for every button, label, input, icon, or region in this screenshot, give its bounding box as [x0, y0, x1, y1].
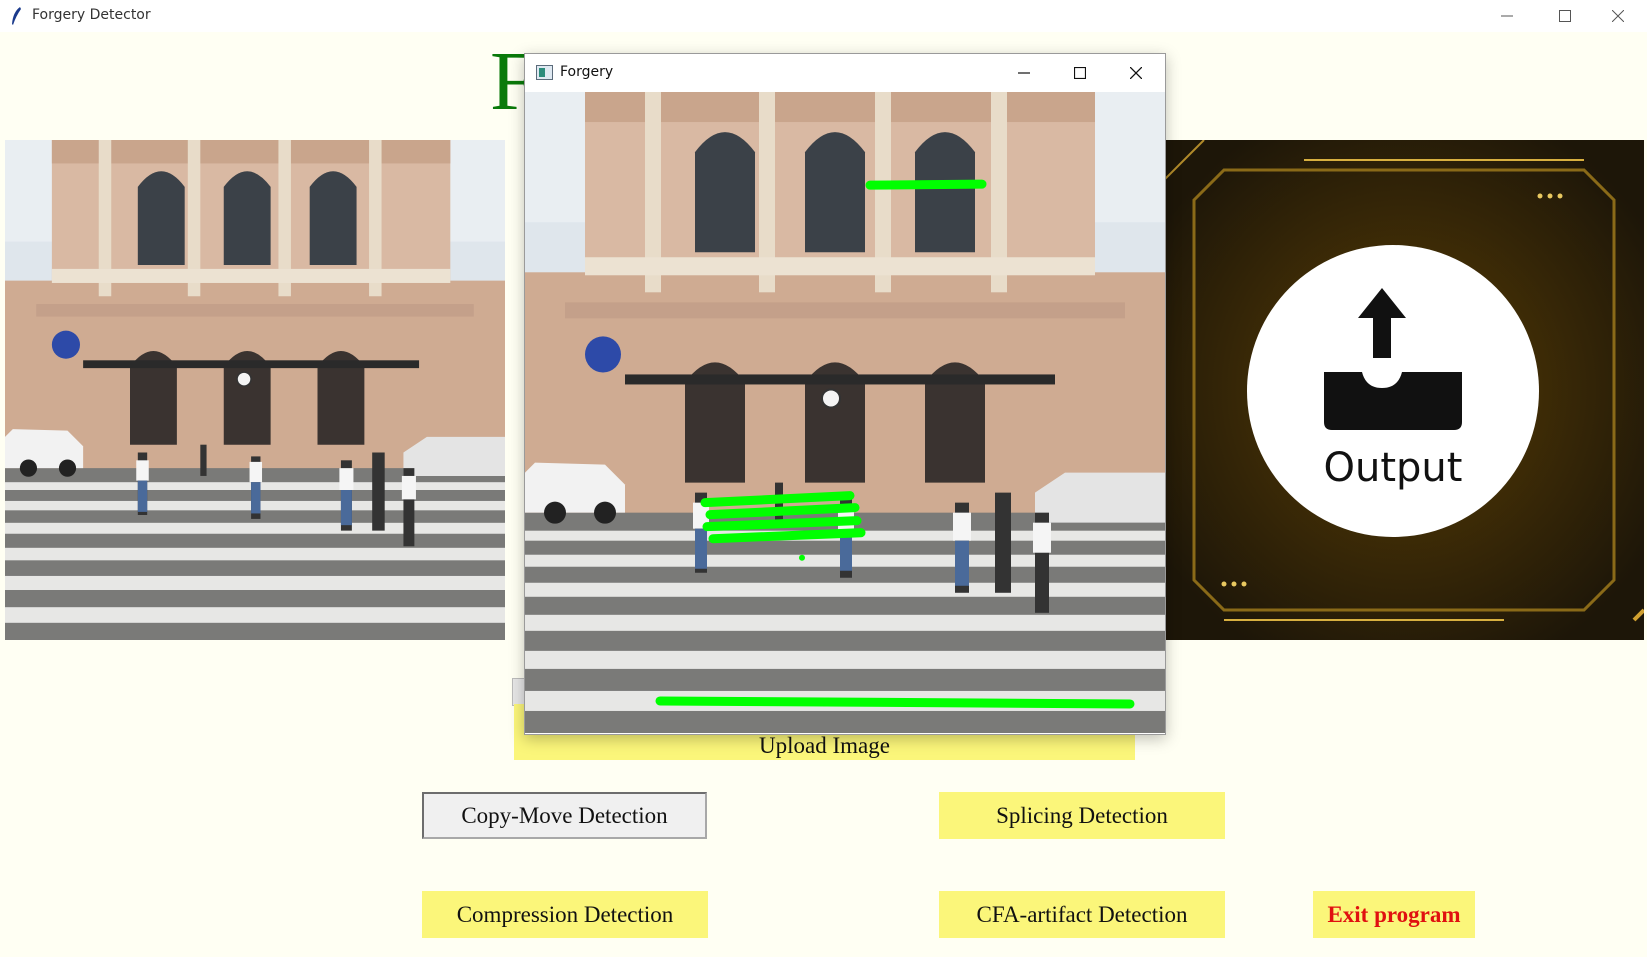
forgery-window-title: Forgery — [560, 64, 614, 80]
cfa-artifact-detection-button[interactable]: CFA-artifact Detection — [939, 891, 1225, 938]
output-frame-art — [1164, 140, 1644, 640]
maximize-button[interactable] — [1536, 0, 1594, 32]
close-button[interactable] — [1589, 0, 1647, 32]
close-icon — [1612, 10, 1624, 22]
close-icon — [1130, 67, 1142, 79]
forgery-close-button[interactable] — [1107, 54, 1165, 92]
input-image-panel — [5, 140, 505, 640]
splicing-detection-button[interactable]: Splicing Detection — [939, 792, 1225, 839]
feather-icon — [12, 7, 21, 25]
forgery-maximize-button[interactable] — [1051, 54, 1109, 92]
maximize-icon — [1074, 67, 1086, 79]
minimize-icon — [1018, 72, 1030, 74]
input-image — [5, 140, 505, 640]
heading-ghost-text — [200, 22, 1350, 42]
forgery-minimize-button[interactable] — [995, 54, 1053, 92]
forgery-result-window: Forgery — [524, 53, 1166, 735]
output-label: Output — [1323, 445, 1463, 491]
minimize-button[interactable] — [1478, 0, 1536, 32]
forgery-window-titlebar: Forgery — [525, 54, 1165, 92]
output-panel: Output — [1164, 140, 1644, 640]
window-title: Forgery Detector — [32, 7, 151, 23]
copy-move-detection-button[interactable]: Copy-Move Detection — [422, 792, 707, 839]
maximize-icon — [1559, 10, 1571, 22]
detected-scene — [525, 92, 1165, 733]
compression-detection-button[interactable]: Compression Detection — [422, 891, 708, 938]
exit-program-button[interactable]: Exit program — [1313, 891, 1475, 938]
minimize-icon — [1501, 15, 1513, 17]
forgery-detected-image — [525, 92, 1165, 733]
window-app-icon — [536, 65, 553, 80]
